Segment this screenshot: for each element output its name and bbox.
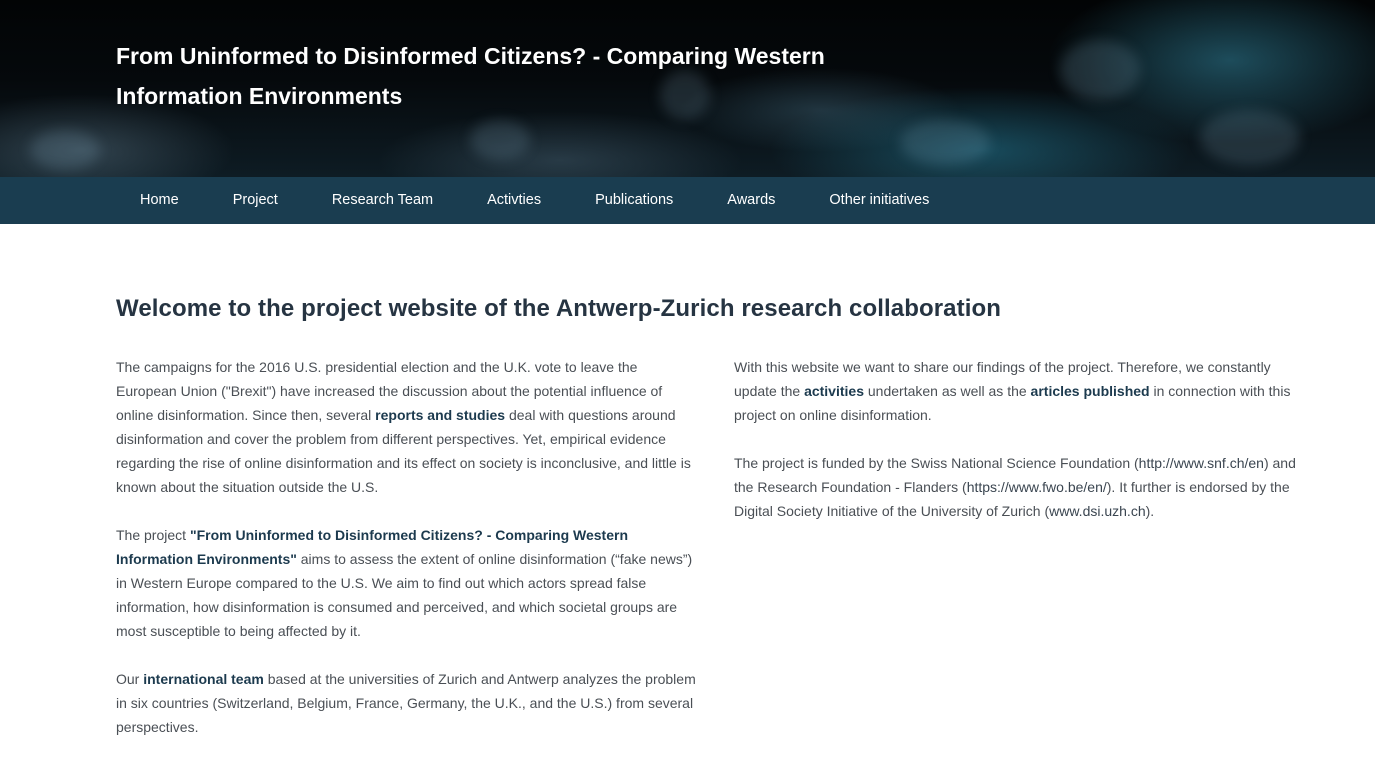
international-team-link[interactable]: international team xyxy=(143,671,264,687)
banner-bokeh xyxy=(900,120,990,165)
project-text: The project xyxy=(116,527,190,543)
nav-item-awards[interactable]: Awards xyxy=(700,177,802,224)
banner-bokeh xyxy=(1060,40,1140,100)
fwo-link[interactable]: https://www.fwo.be/en/ xyxy=(967,479,1107,495)
dsi-link[interactable]: www.dsi.uzh.ch xyxy=(1049,503,1145,519)
banner-bokeh xyxy=(30,130,100,170)
findings-paragraph: With this website we want to share our f… xyxy=(734,355,1304,427)
funding-text: The project is funded by the Swiss Natio… xyxy=(734,455,1139,471)
nav-item-home[interactable]: Home xyxy=(113,177,206,224)
nav-item-publications[interactable]: Publications xyxy=(568,177,700,224)
activities-link[interactable]: activities xyxy=(804,383,864,399)
nav-item-other-initiatives[interactable]: Other initiatives xyxy=(802,177,956,224)
reports-and-studies-link[interactable]: reports and studies xyxy=(375,407,505,423)
funding-paragraph: The project is funded by the Swiss Natio… xyxy=(734,451,1304,523)
snf-link[interactable]: http://www.snf.ch/en xyxy=(1139,455,1264,471)
funding-text-close: ). xyxy=(1145,503,1155,519)
project-paragraph: The project "From Uninformed to Disinfor… xyxy=(116,523,701,643)
nav-item-project[interactable]: Project xyxy=(206,177,305,224)
banner-bokeh xyxy=(470,120,530,160)
nav-item-activities[interactable]: Activties xyxy=(460,177,568,224)
header-banner: From Uninformed to Disinformed Citizens?… xyxy=(0,0,1375,177)
nav-item-research-team[interactable]: Research Team xyxy=(305,177,460,224)
findings-text-middle: undertaken as well as the xyxy=(864,383,1031,399)
intro-paragraph: The campaigns for the 2016 U.S. presiden… xyxy=(116,355,701,499)
page-title: Welcome to the project website of the An… xyxy=(116,295,1001,322)
team-text: Our xyxy=(116,671,144,687)
left-column: The campaigns for the 2016 U.S. presiden… xyxy=(116,355,701,763)
team-paragraph: Our international team based at the univ… xyxy=(116,667,701,739)
banner-bokeh xyxy=(1200,110,1300,165)
right-column: With this website we want to share our f… xyxy=(734,355,1304,547)
articles-published-link[interactable]: articles published xyxy=(1031,383,1150,399)
site-title[interactable]: From Uninformed to Disinformed Citizens?… xyxy=(116,36,896,116)
main-navigation: Home Project Research Team Activties Pub… xyxy=(0,177,1375,224)
